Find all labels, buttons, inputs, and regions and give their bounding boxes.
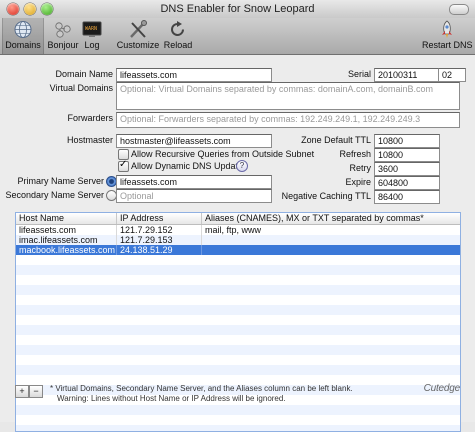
refresh-field[interactable]: 10800 (374, 148, 440, 162)
negative-caching-ttl-field[interactable]: 86400 (374, 190, 440, 204)
hostmaster-label: Hostmaster (66, 135, 113, 145)
empty-row[interactable] (16, 355, 460, 365)
serial-suffix-field[interactable]: 02 (438, 68, 466, 82)
allow-dynamic-updates-label: Allow Dynamic DNS Updates (131, 161, 248, 171)
column-header-ip-address[interactable]: IP Address (117, 213, 202, 224)
toolbar-domains-label: Domains (5, 40, 41, 50)
virtual-domains-label: Virtual Domains (49, 83, 113, 93)
empty-row[interactable] (16, 285, 460, 295)
column-header-aliases[interactable]: Aliases (CNAMES), MX or TXT separated by… (202, 213, 460, 224)
bonjour-icon (52, 20, 74, 39)
add-row-button[interactable]: + (15, 385, 29, 398)
cutedge-logo: Cutedge (423, 383, 461, 394)
toolbar-log-label: Log (84, 40, 100, 50)
empty-row[interactable] (16, 425, 460, 431)
toolbar-customize-label: Customize (116, 40, 160, 50)
table-row[interactable]: lifeassets.com 121.7.29.152 mail, ftp, w… (16, 225, 460, 235)
forwarders-label: Forwarders (67, 113, 113, 123)
negative-caching-ttl-label: Negative Caching TTL (281, 191, 371, 201)
empty-row[interactable] (16, 315, 460, 325)
toolbar-bonjour-button[interactable]: Bonjour (46, 18, 80, 54)
empty-row[interactable] (16, 255, 460, 265)
aliases-cell[interactable] (202, 245, 460, 255)
toolbar: Domains Bonjour WARN Log Customize Reloa… (0, 18, 475, 55)
window-title: DNS Enabler for Snow Leopard (160, 3, 315, 15)
ip-address-cell[interactable]: 121.7.29.152 (117, 225, 202, 235)
empty-row[interactable] (16, 325, 460, 335)
empty-row[interactable] (16, 295, 460, 305)
rocket-icon (436, 20, 458, 39)
retry-field[interactable]: 3600 (374, 162, 440, 176)
footer-note: * Virtual Domains, Secondary Name Server… (50, 384, 353, 393)
console-log-icon: WARN (81, 20, 103, 39)
toolbar-restart-dns-button[interactable]: Restart DNS (422, 18, 473, 54)
footer-warning: Warning: Lines without Host Name or IP A… (57, 394, 286, 403)
zone-default-ttl-label: Zone Default TTL (301, 135, 371, 145)
remove-row-button[interactable]: − (29, 385, 43, 398)
empty-row[interactable] (16, 405, 460, 415)
domains-panel: Domain Name lifeassets.com Serial 201003… (0, 55, 475, 432)
toolbar-log-button[interactable]: WARN Log (80, 18, 104, 54)
empty-row[interactable] (16, 265, 460, 275)
host-name-cell[interactable]: imac.lifeassets.com (16, 235, 117, 245)
tools-icon (127, 20, 149, 39)
help-icon[interactable]: ? (236, 160, 248, 172)
refresh-label: Refresh (339, 149, 371, 159)
domain-name-label: Domain Name (55, 69, 113, 79)
primary-name-server-field[interactable]: lifeassets.com (116, 175, 272, 189)
domain-name-field[interactable]: lifeassets.com (116, 68, 272, 82)
retry-label: Retry (349, 163, 371, 173)
allow-recursive-label: Allow Recursive Queries from Outside Sub… (131, 149, 315, 159)
empty-row[interactable] (16, 305, 460, 315)
empty-row[interactable] (16, 345, 460, 355)
globe-icon (12, 20, 34, 39)
toolbar-domains-button[interactable]: Domains (2, 18, 44, 54)
primary-name-server-label: Primary Name Server (17, 176, 104, 186)
hostmaster-field[interactable]: hostmaster@lifeassets.com (116, 134, 272, 148)
expire-field[interactable]: 604800 (374, 176, 440, 190)
table-header: Host Name IP Address Aliases (CNAMES), M… (16, 213, 460, 225)
empty-row[interactable] (16, 365, 460, 375)
empty-row[interactable] (16, 275, 460, 285)
ip-address-cell[interactable]: 121.7.29.153 (117, 235, 202, 245)
column-header-host-name[interactable]: Host Name (16, 213, 117, 224)
table-row[interactable]: imac.lifeassets.com 121.7.29.153 (16, 235, 460, 245)
toolbar-customize-button[interactable]: Customize (116, 18, 160, 54)
serial-label: Serial (347, 69, 371, 79)
forwarders-field[interactable]: Optional: Forwarders separated by commas… (116, 112, 460, 128)
toolbar-restart-dns-label: Restart DNS (422, 40, 473, 50)
secondary-name-server-field[interactable]: Optional (116, 189, 272, 203)
allow-dynamic-updates-checkbox[interactable] (118, 159, 129, 172)
host-name-cell[interactable]: lifeassets.com (16, 225, 117, 235)
table-row-selected[interactable]: macbook.lifeassets.com 24.138.51.29 (16, 245, 460, 255)
zone-default-ttl-field[interactable]: 10800 (374, 134, 440, 148)
reload-icon (167, 20, 189, 39)
host-name-cell[interactable]: macbook.lifeassets.com (16, 245, 117, 255)
aliases-cell[interactable]: mail, ftp, www (202, 225, 460, 235)
virtual-domains-field[interactable]: Optional: Virtual Domains separated by c… (116, 82, 460, 110)
expire-label: Expire (345, 177, 371, 187)
empty-row[interactable] (16, 335, 460, 345)
serial-field[interactable]: 20100311 (374, 68, 440, 82)
toolbar-toggle-button[interactable] (449, 4, 469, 15)
app-window: DNS Enabler for Snow Leopard Domains Bon… (0, 0, 475, 432)
aliases-cell[interactable] (202, 235, 460, 245)
toolbar-reload-label: Reload (163, 40, 193, 50)
svg-text:WARN: WARN (85, 26, 97, 32)
toolbar-bonjour-label: Bonjour (47, 40, 79, 50)
ip-address-cell[interactable]: 24.138.51.29 (117, 245, 202, 255)
toolbar-reload-button[interactable]: Reload (162, 18, 194, 54)
title-bar: DNS Enabler for Snow Leopard (0, 0, 475, 18)
secondary-name-server-label: Secondary Name Server (5, 190, 104, 200)
empty-row[interactable] (16, 415, 460, 425)
